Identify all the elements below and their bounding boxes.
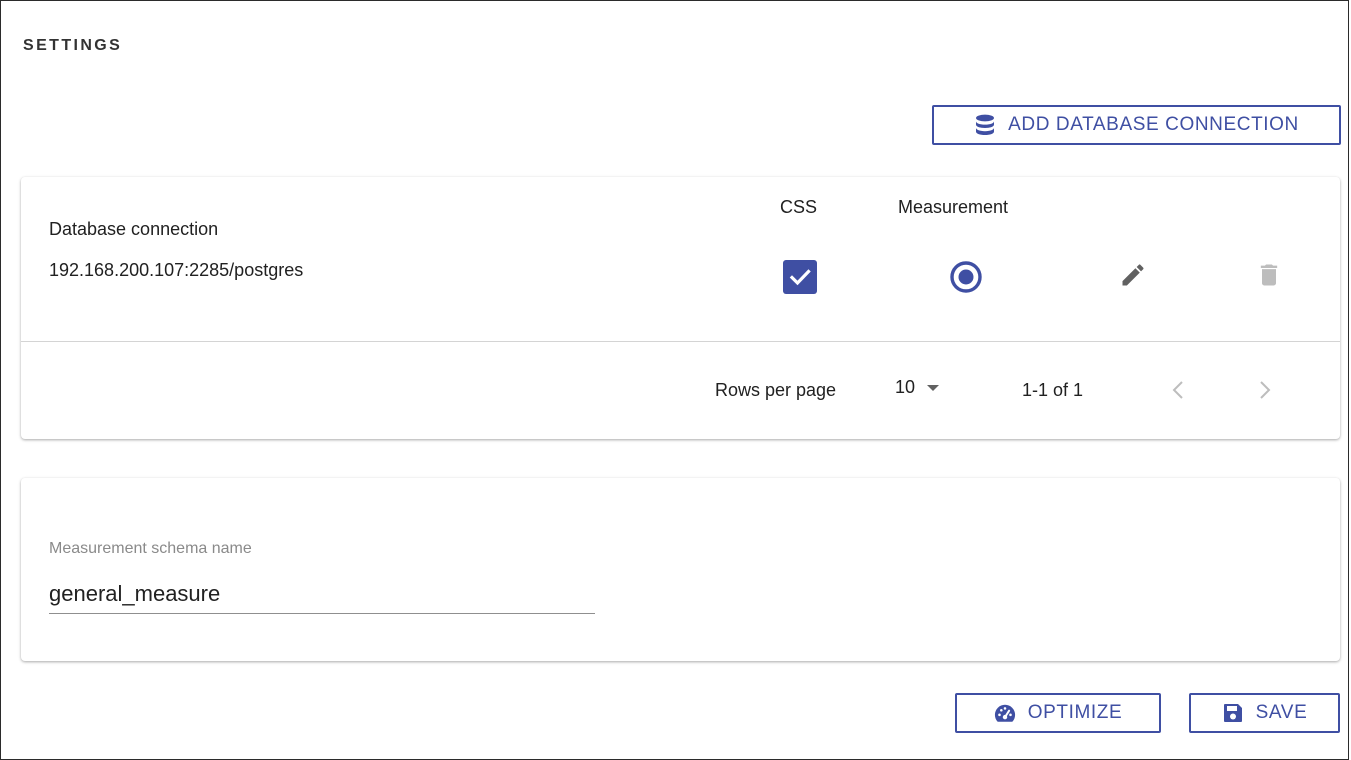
measurement-radio[interactable] bbox=[947, 258, 985, 296]
floppy-disk-icon bbox=[1222, 702, 1244, 724]
save-button[interactable]: SAVE bbox=[1189, 693, 1340, 733]
measurement-schema-input[interactable] bbox=[49, 574, 595, 614]
trash-icon bbox=[1260, 264, 1278, 286]
optimize-label: OPTIMIZE bbox=[1027, 702, 1123, 723]
table-footer-divider bbox=[21, 341, 1340, 342]
edit-connection-button[interactable] bbox=[1115, 257, 1151, 293]
previous-page-button[interactable] bbox=[1163, 375, 1193, 405]
chevron-right-icon bbox=[1260, 381, 1271, 399]
css-checkbox[interactable] bbox=[783, 260, 817, 294]
pencil-icon bbox=[1122, 264, 1144, 286]
rows-per-page-value: 10 bbox=[895, 377, 916, 397]
add-database-connection-label: ADD DATABASE CONNECTION bbox=[1008, 114, 1299, 135]
next-page-button[interactable] bbox=[1250, 375, 1280, 405]
checkmark-icon bbox=[789, 269, 811, 286]
save-label: SAVE bbox=[1255, 702, 1308, 723]
chevron-left-icon bbox=[1172, 381, 1183, 399]
delete-connection-button[interactable] bbox=[1251, 257, 1287, 293]
caret-down-icon bbox=[927, 384, 940, 391]
add-database-connection-button[interactable]: ADD DATABASE CONNECTION bbox=[932, 105, 1341, 145]
settings-page: SETTINGS ADD DATABASE CONNECTION Databas… bbox=[0, 0, 1349, 760]
measurement-schema-card: Measurement schema name bbox=[21, 478, 1340, 661]
column-header-css: CSS bbox=[780, 197, 818, 217]
optimize-button[interactable]: OPTIMIZE bbox=[955, 693, 1161, 733]
database-connections-table: Database connection CSS Measurement 192.… bbox=[21, 177, 1340, 439]
radio-selected-icon bbox=[950, 261, 982, 293]
database-connection-value: 192.168.200.107:2285/postgres bbox=[49, 260, 304, 280]
page-title: SETTINGS bbox=[23, 37, 123, 54]
pagination-range: 1-1 of 1 bbox=[1022, 380, 1084, 400]
measurement-schema-label: Measurement schema name bbox=[49, 540, 252, 557]
column-header-measurement: Measurement bbox=[898, 197, 1009, 217]
database-icon bbox=[974, 114, 996, 136]
rows-per-page-label: Rows per page bbox=[715, 380, 837, 400]
column-header-database-connection: Database connection bbox=[49, 219, 219, 239]
rows-per-page-select[interactable]: 10 bbox=[895, 377, 941, 398]
speedometer-icon bbox=[994, 702, 1016, 724]
